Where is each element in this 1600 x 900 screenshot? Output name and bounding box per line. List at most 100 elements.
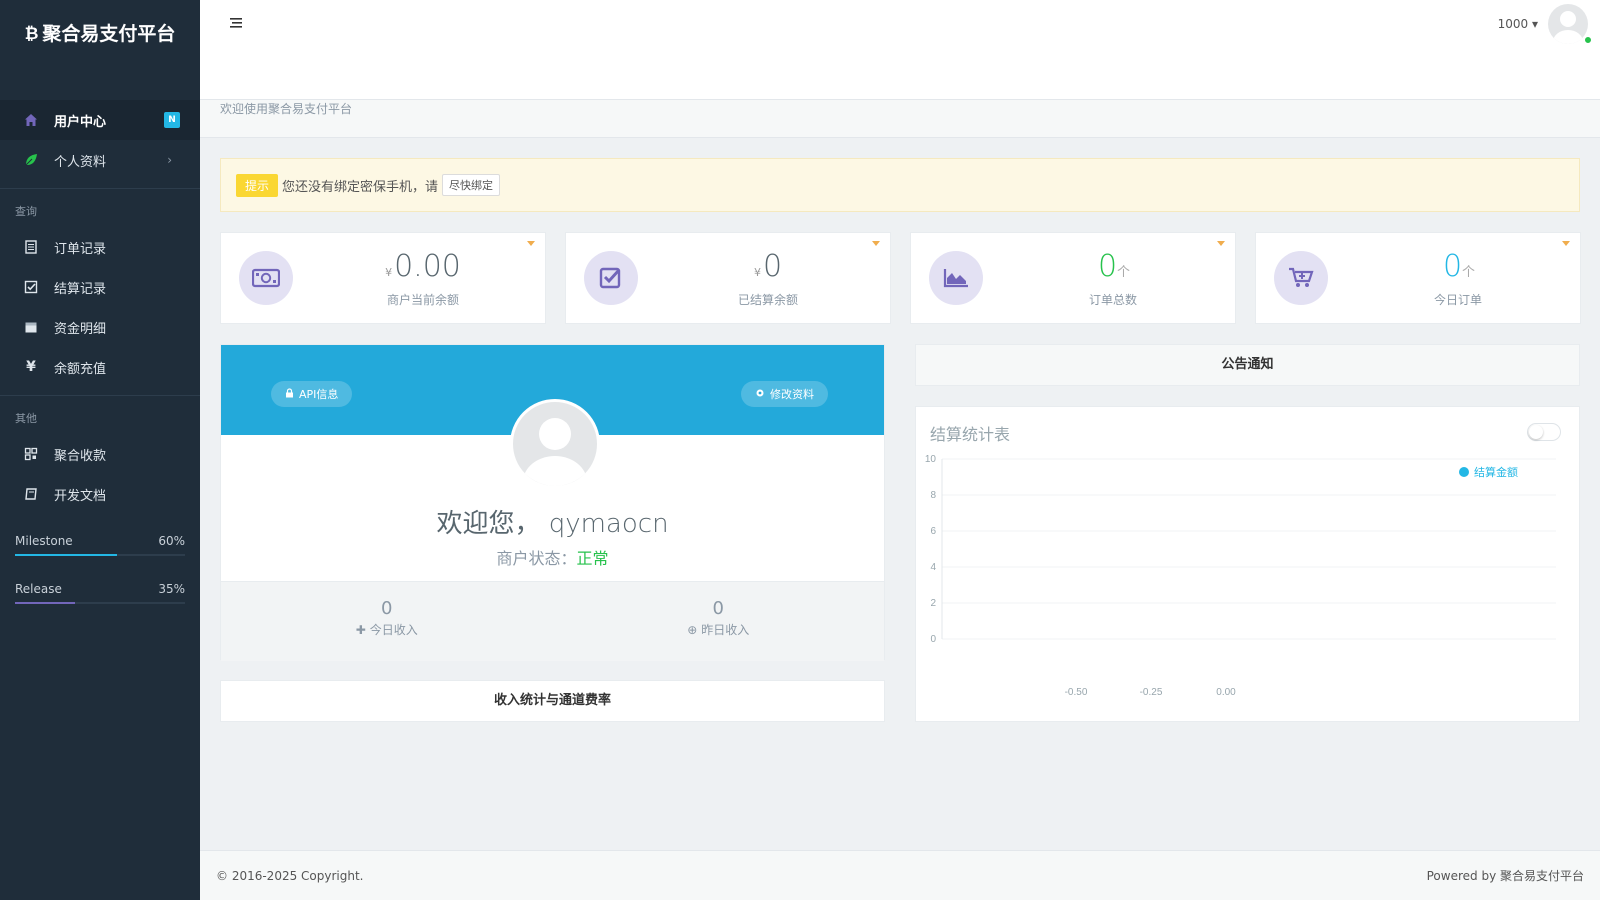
stat-card-today-orders: 0个 今日订单: [1255, 232, 1581, 324]
sidebar-item-label: 开发文档: [54, 488, 107, 504]
stat-card-settled: ¥0 已结算余额: [565, 232, 891, 324]
alert-text: 您还没有绑定密保手机，请: [282, 179, 439, 195]
sidebar-item-settlements[interactable]: 结算记录: [0, 267, 200, 307]
caret-down-icon[interactable]: [527, 241, 535, 246]
stat-label: 已结算余额: [737, 293, 798, 307]
money-icon: [239, 251, 293, 305]
y-tick-label: 0: [930, 634, 936, 645]
sidebar-item-recharge[interactable]: ¥ 余额充值: [0, 347, 200, 387]
sidebar-item-label: 余额充值: [54, 361, 107, 377]
gear-icon: [755, 388, 765, 401]
qrcode-icon: [22, 445, 40, 463]
sidebar: ₿ 聚合易支付平台 用户中心 N 个人资料 › 查询 订单记录 结算记录 资金明…: [0, 0, 200, 900]
plus-icon: ✚: [355, 623, 366, 637]
api-info-button[interactable]: API信息: [271, 381, 353, 407]
y-tick-label: 4: [930, 562, 936, 573]
caret-down-icon[interactable]: [1217, 241, 1225, 246]
check-square-icon: [22, 278, 40, 296]
copyright: © 2016-2025 Copyright.: [216, 868, 364, 883]
settlement-chart-panel: 结算统计表 10 8 6 4 2 0 -0.50 -0.25 0.00 结算金额: [915, 406, 1580, 722]
stat-card-total-orders: 0个 订单总数: [910, 232, 1236, 324]
profile-panel: API信息 修改资料 欢迎您， qymaocn 商户状态：正常 0 ✚ 今日收入…: [220, 344, 885, 661]
sidebar-item-label: 用户中心: [54, 114, 107, 130]
sidebar-item-funds[interactable]: 资金明细: [0, 307, 200, 347]
progress-row-release: Release 35%: [15, 574, 185, 602]
profile-avatar: [510, 399, 600, 489]
merchant-status: 商户状态：正常: [496, 549, 609, 568]
bitcoin-icon: ₿: [24, 24, 39, 44]
cart-icon: [1274, 251, 1328, 305]
area-chart-icon: [929, 251, 983, 305]
user-menu[interactable]: 1000 ▾: [1498, 4, 1588, 44]
user-name[interactable]: 1000 ▾: [1498, 17, 1538, 31]
sidebar-item-orders[interactable]: 订单记录: [0, 227, 200, 267]
home-icon: [22, 111, 40, 129]
caret-down-icon[interactable]: [872, 241, 880, 246]
stat-value: 0个: [1097, 249, 1131, 284]
bind-phone-alert: 提示 您还没有绑定密保手机，请 尽快绑定: [220, 158, 1580, 212]
x-tick-label: -0.25: [1140, 687, 1163, 698]
progress-label: Release: [15, 582, 62, 596]
sidebar-item-dev-docs[interactable]: 开发文档: [0, 474, 200, 514]
x-tick-label: 0.00: [1216, 687, 1236, 698]
x-tick-label: -0.50: [1065, 687, 1088, 698]
y-tick-label: 10: [925, 454, 937, 465]
section-heading-query: 查询: [15, 205, 37, 218]
bind-now-button[interactable]: 尽快绑定: [442, 174, 501, 196]
book-icon: [22, 485, 40, 503]
stat-card-balance: ¥0.00 商户当前余额: [220, 232, 546, 324]
yesterday-income: 0 ⊕ 昨日收入: [687, 598, 750, 637]
y-tick-label: 6: [930, 526, 936, 537]
stat-label: 今日订单: [1433, 293, 1482, 307]
brand[interactable]: ₿ 聚合易支付平台: [0, 0, 200, 100]
user-silhouette-icon: [1553, 11, 1583, 44]
sidebar-item-label: 个人资料: [54, 154, 107, 170]
legend-label: 结算金额: [1474, 465, 1518, 479]
progress-percent: 60%: [158, 534, 185, 548]
y-tick-label: 8: [930, 490, 936, 501]
income-stats-header[interactable]: 收入统计与通道费率: [220, 680, 885, 722]
stat-label: 商户当前余额: [386, 293, 459, 307]
sidebar-item-user-center[interactable]: 用户中心 N: [0, 100, 200, 140]
divider: [0, 395, 200, 396]
footer: © 2016-2025 Copyright. Powered by 聚合易支付平…: [200, 850, 1600, 900]
caret-down-icon[interactable]: [1562, 241, 1570, 246]
status-value: 正常: [576, 549, 609, 568]
leaf-icon: [22, 151, 40, 169]
stat-label: 订单总数: [1088, 293, 1137, 307]
settlement-chart: 10 8 6 4 2 0 -0.50 -0.25 0.00 结算金额: [925, 454, 1556, 698]
sidebar-item-label: 聚合收款: [54, 448, 107, 464]
powered-by: Powered by 聚合易支付平台: [1426, 869, 1584, 883]
check-square-icon: [584, 251, 638, 305]
lock-icon: [285, 387, 294, 401]
sidebar-item-label: 订单记录: [54, 241, 107, 257]
chevron-right-icon: ›: [167, 153, 172, 167]
stat-value: ¥0: [753, 249, 783, 284]
alert-tag: 提示: [236, 173, 279, 197]
notice-header[interactable]: 公告通知: [915, 344, 1580, 386]
welcome-text: 欢迎使用聚合易支付平台: [220, 102, 353, 116]
section-heading-other: 其他: [15, 412, 37, 425]
progress-percent: 35%: [158, 582, 185, 596]
sidebar-item-aggregate-payment[interactable]: 聚合收款: [0, 434, 200, 474]
user-silhouette-icon: [523, 418, 587, 486]
progress-track-release: [15, 602, 185, 604]
today-income: 0 ✚ 今日收入: [355, 598, 418, 637]
sidebar-item-profile[interactable]: 个人资料 ›: [0, 140, 200, 180]
income-summary: 0 ✚ 今日收入 0 ⊕ 昨日收入: [221, 581, 884, 661]
brand-title: 聚合易支付平台: [42, 23, 176, 45]
sidebar-item-label: 结算记录: [54, 281, 107, 297]
stat-value: 0个: [1442, 249, 1476, 284]
stat-value: ¥0.00: [385, 249, 461, 284]
progress-label: Milestone: [15, 534, 73, 548]
edit-profile-button[interactable]: 修改资料: [741, 381, 828, 407]
progress-track-milestone: [15, 554, 185, 556]
progress-fill-release: [15, 602, 75, 604]
divider: [0, 188, 200, 189]
menu-toggle-icon[interactable]: [228, 16, 246, 32]
legend-swatch: [1459, 467, 1469, 477]
user-avatar[interactable]: [1548, 4, 1588, 44]
online-status-dot: [1584, 36, 1592, 44]
greeting: 欢迎您， qymaocn: [436, 509, 669, 539]
progress-row-milestone: Milestone 60%: [15, 526, 185, 554]
